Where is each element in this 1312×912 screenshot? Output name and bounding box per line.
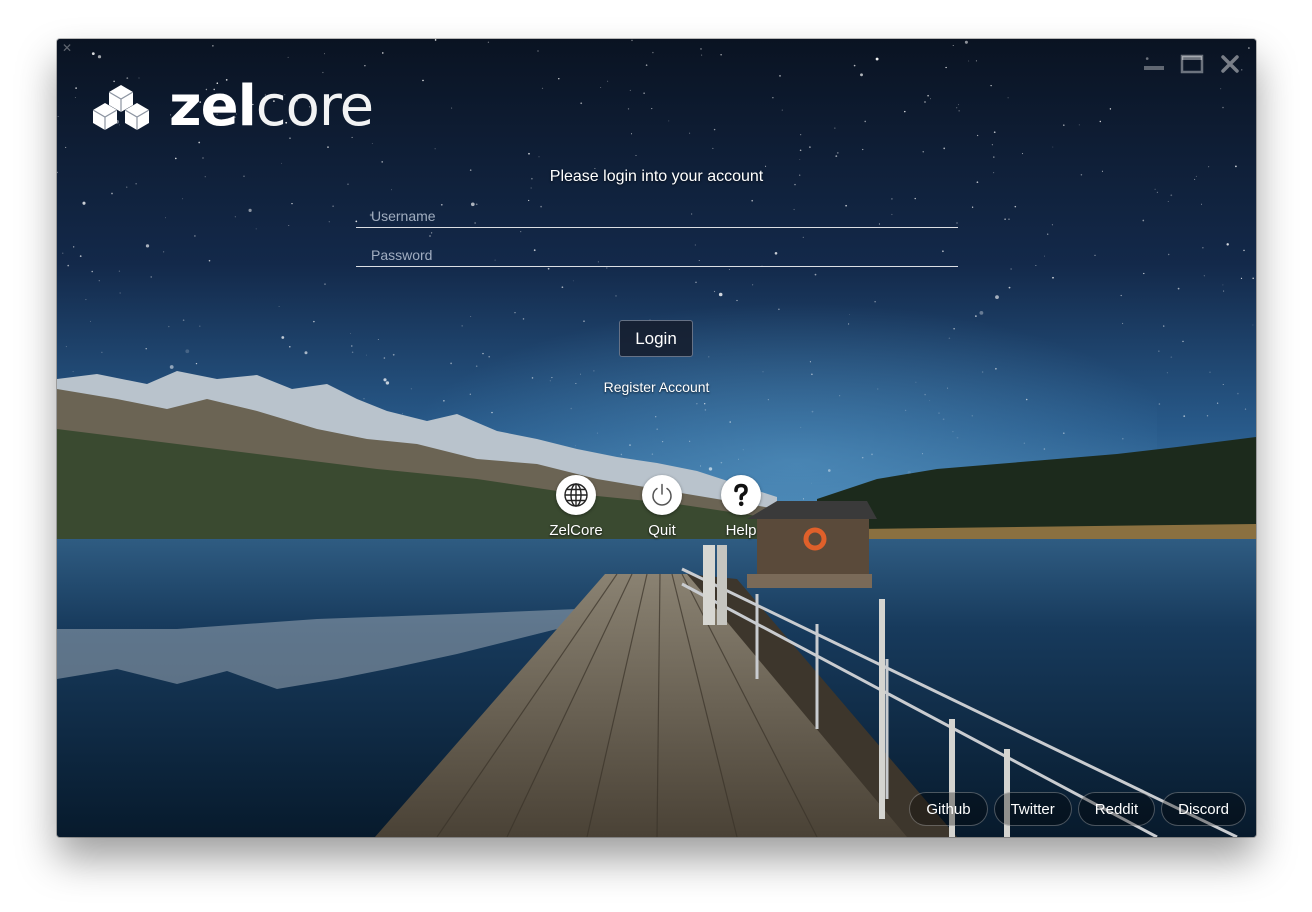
quit-action[interactable]: Quit (627, 475, 697, 539)
question-icon[interactable] (721, 475, 761, 515)
discord-button[interactable]: Discord (1161, 792, 1246, 826)
register-account-link[interactable]: Register Account (57, 379, 1256, 395)
brand-name: zelcore (169, 79, 374, 135)
username-input[interactable] (356, 198, 958, 227)
power-icon[interactable] (642, 475, 682, 515)
window-controls (1140, 51, 1244, 77)
close-icon[interactable] (1216, 51, 1244, 77)
globe-icon[interactable] (556, 475, 596, 515)
help-action[interactable]: Help (706, 475, 776, 539)
quit-action-label: Quit (648, 522, 676, 539)
app-window: ✕ zelcore Please login into your account… (57, 39, 1256, 837)
help-action-label: Help (725, 522, 757, 539)
social-links: Github Twitter Reddit Discord (909, 792, 1246, 826)
password-input[interactable] (356, 237, 958, 266)
cubes-logo-icon (92, 85, 150, 130)
username-field-wrapper (356, 198, 958, 228)
twitter-button[interactable]: Twitter (993, 792, 1072, 826)
reddit-button[interactable]: Reddit (1077, 792, 1156, 826)
minimize-icon[interactable] (1140, 51, 1168, 77)
zelcore-action[interactable]: ZelCore (541, 475, 611, 539)
background-scene (57, 39, 1256, 837)
password-field-wrapper (356, 237, 958, 267)
login-prompt: Please login into your account (549, 168, 764, 185)
login-button[interactable]: Login (619, 320, 693, 357)
brand-logo: zelcore (89, 79, 374, 135)
github-button[interactable]: Github (909, 792, 988, 826)
zelcore-action-label: ZelCore (549, 522, 603, 539)
brand-name-bold: zel (169, 74, 257, 139)
brand-name-light: core (255, 74, 374, 139)
maximize-icon[interactable] (1178, 51, 1206, 77)
move-icon[interactable]: ✕ (62, 42, 74, 54)
